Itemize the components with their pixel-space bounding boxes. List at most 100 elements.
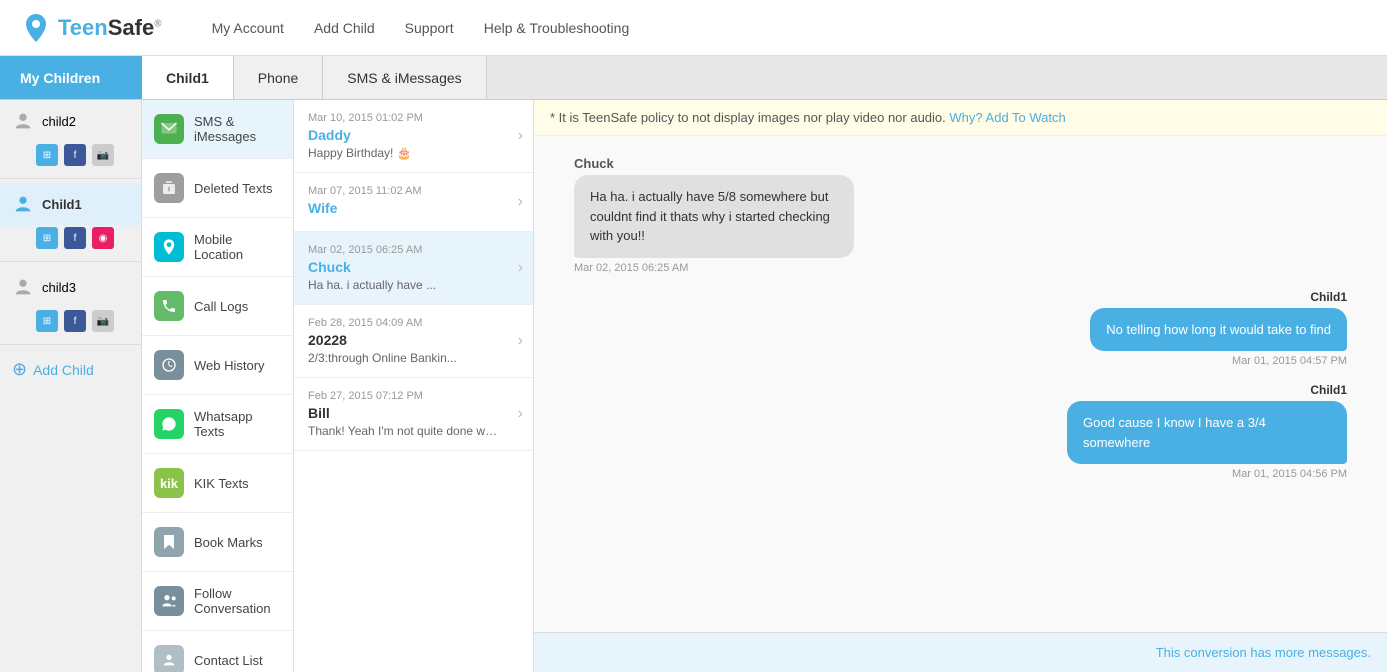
sidebar: child2 ⊞ f 📷 Child1 ⊞ f ◉ child3 ⊞ f 📷	[0, 100, 142, 672]
sms-icon	[154, 114, 184, 144]
menu-item-follow[interactable]: Follow Conversation	[142, 572, 293, 631]
add-child-label: Add Child	[33, 362, 94, 378]
tab-bar: My Children Child1 Phone SMS & iMessages	[0, 56, 1387, 100]
calls-icon	[154, 291, 184, 321]
menu-label-deleted: Deleted Texts	[194, 181, 273, 196]
sidebar-fb-icon-child1[interactable]: f	[64, 227, 86, 249]
bubble-time-0: Mar 02, 2015 06:25 AM	[574, 262, 688, 274]
msg-date-3: Feb 28, 2015 04:09 AM	[308, 317, 519, 329]
tab-sms[interactable]: SMS & iMessages	[323, 56, 486, 99]
policy-bar: * It is TeenSafe policy to not display i…	[534, 100, 1387, 136]
add-child-plus-icon: ⊕	[12, 359, 27, 380]
chevron-icon-3: ›	[518, 332, 523, 350]
sidebar-camera-icon-child3[interactable]: 📷	[92, 310, 114, 332]
msg-item-2[interactable]: Mar 02, 2015 06:25 AM Chuck Ha ha. i act…	[294, 232, 533, 305]
menu-item-location[interactable]: Mobile Location	[142, 218, 293, 277]
bubble-1: No telling how long it would take to fin…	[1090, 308, 1347, 352]
msg-item-0[interactable]: Mar 10, 2015 01:02 PM Daddy Happy Birthd…	[294, 100, 533, 173]
nav-support[interactable]: Support	[405, 20, 454, 36]
sender-label-0: Chuck	[574, 156, 614, 171]
bubble-time-1: Mar 01, 2015 04:57 PM	[1232, 355, 1347, 367]
menu-item-calls[interactable]: Call Logs	[142, 277, 293, 336]
add-to-watch-link[interactable]: Add To Watch	[986, 110, 1066, 125]
msg-preview-2: Ha ha. i actually have ...	[308, 278, 498, 292]
logo: TeenSafe®	[20, 12, 162, 44]
sidebar-fb-icon-child2[interactable]: f	[64, 144, 86, 166]
msg-date-2: Mar 02, 2015 06:25 AM	[308, 244, 519, 256]
bubble-0: Ha ha. i actually have 5/8 somewhere but…	[574, 175, 854, 258]
msg-name-0: Daddy	[308, 127, 519, 143]
chat-messages: Chuck Ha ha. i actually have 5/8 somewhe…	[534, 136, 1387, 632]
nav-help[interactable]: Help & Troubleshooting	[484, 20, 630, 36]
add-child-button[interactable]: ⊕ Add Child	[0, 349, 141, 390]
msg-date-1: Mar 07, 2015 11:02 AM	[308, 185, 519, 197]
sidebar-camera-icon-child2[interactable]: 📷	[92, 144, 114, 166]
sender-label-1: Child1	[1310, 290, 1347, 304]
logo-text: TeenSafe®	[58, 15, 162, 41]
menu-item-web[interactable]: Web History	[142, 336, 293, 395]
msg-preview-4: Thank! Yeah I'm not quite done with this…	[308, 424, 498, 438]
whatsapp-icon	[154, 409, 184, 439]
sidebar-icons-child3: ⊞ f 📷	[0, 308, 141, 340]
chevron-icon-1: ›	[518, 193, 523, 211]
menu-item-bookmarks[interactable]: Book Marks	[142, 513, 293, 572]
sidebar-user-child1[interactable]: Child1	[0, 183, 141, 225]
tab-my-children[interactable]: My Children	[0, 56, 142, 99]
follow-icon	[154, 586, 184, 616]
chat-panel: * It is TeenSafe policy to not display i…	[534, 100, 1387, 672]
sidebar-divider-3	[0, 344, 141, 345]
sidebar-grid-icon-child1[interactable]: ⊞	[36, 227, 58, 249]
location-icon	[154, 232, 184, 262]
sidebar-fb-icon-child3[interactable]: f	[64, 310, 86, 332]
menu-label-sms: SMS & iMessages	[194, 114, 281, 144]
sidebar-username-child1: Child1	[42, 197, 82, 212]
menu-label-contacts: Contact List	[194, 653, 263, 668]
avatar-icon-child1	[12, 193, 34, 215]
menu-label-calls: Call Logs	[194, 299, 248, 314]
menu-panel: SMS & iMessages Deleted Texts Mobile Loc…	[142, 100, 294, 672]
nav-add-child[interactable]: Add Child	[314, 20, 375, 36]
sidebar-user-child2[interactable]: child2	[0, 100, 141, 142]
sidebar-grid-icon-child3[interactable]: ⊞	[36, 310, 58, 332]
msg-name-1: Wife	[308, 200, 519, 216]
menu-item-whatsapp[interactable]: Whatsapp Texts	[142, 395, 293, 454]
chat-footer: This conversion has more messages.	[534, 632, 1387, 672]
msg-item-1[interactable]: Mar 07, 2015 11:02 AM Wife ›	[294, 173, 533, 232]
sidebar-grid-icon-child2[interactable]: ⊞	[36, 144, 58, 166]
menu-item-sms[interactable]: SMS & iMessages	[142, 100, 293, 159]
tab-child1[interactable]: Child1	[142, 56, 234, 99]
sidebar-icons-child2: ⊞ f 📷	[0, 142, 141, 174]
top-nav: TeenSafe® My Account Add Child Support H…	[0, 0, 1387, 56]
menu-label-bookmarks: Book Marks	[194, 535, 263, 550]
menu-label-follow: Follow Conversation	[194, 586, 281, 616]
sidebar-user-child3[interactable]: child3	[0, 266, 141, 308]
msg-preview-3: 2/3:through Online Bankin...	[308, 351, 498, 365]
sidebar-username-child2: child2	[42, 114, 76, 129]
message-list: Mar 10, 2015 01:02 PM Daddy Happy Birthd…	[294, 100, 534, 672]
policy-why-link[interactable]: Why?	[949, 110, 982, 125]
chevron-icon-4: ›	[518, 405, 523, 423]
msg-date-0: Mar 10, 2015 01:02 PM	[308, 112, 519, 124]
tab-phone[interactable]: Phone	[234, 56, 323, 99]
nav-my-account[interactable]: My Account	[212, 20, 284, 36]
msg-name-2: Chuck	[308, 259, 519, 275]
msg-item-3[interactable]: Feb 28, 2015 04:09 AM 20228 2/3:through …	[294, 305, 533, 378]
msg-item-4[interactable]: Feb 27, 2015 07:12 PM Bill Thank! Yeah I…	[294, 378, 533, 451]
web-icon	[154, 350, 184, 380]
main-nav: My Account Add Child Support Help & Trou…	[212, 20, 630, 36]
menu-label-web: Web History	[194, 358, 265, 373]
msg-name-4: Bill	[308, 405, 519, 421]
msg-group-0: Chuck Ha ha. i actually have 5/8 somewhe…	[574, 156, 1347, 274]
kik-icon: kik	[154, 468, 184, 498]
menu-item-contacts[interactable]: Contact List	[142, 631, 293, 672]
contacts-icon	[154, 645, 184, 672]
menu-label-whatsapp: Whatsapp Texts	[194, 409, 281, 439]
sidebar-instagram-icon-child1[interactable]: ◉	[92, 227, 114, 249]
menu-label-location: Mobile Location	[194, 232, 281, 262]
sidebar-divider-2	[0, 261, 141, 262]
sidebar-username-child3: child3	[42, 280, 76, 295]
msg-group-1: Child1 No telling how long it would take…	[574, 290, 1347, 368]
sidebar-icons-child1: ⊞ f ◉	[0, 225, 141, 257]
menu-item-kik[interactable]: kik KIK Texts	[142, 454, 293, 513]
menu-item-deleted[interactable]: Deleted Texts	[142, 159, 293, 218]
